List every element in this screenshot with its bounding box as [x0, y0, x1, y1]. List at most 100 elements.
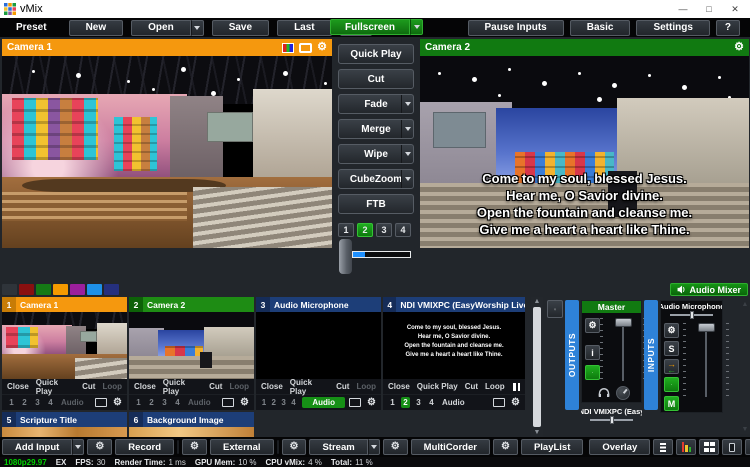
- multicorder-settings-button[interactable]: ⚙: [383, 439, 408, 455]
- master-info-button[interactable]: i: [585, 345, 600, 360]
- close-button[interactable]: Close: [388, 382, 410, 391]
- inputs-scrollbar[interactable]: ▲ ▼: [531, 297, 543, 437]
- tbar-handle[interactable]: [339, 239, 352, 274]
- gear-icon[interactable]: ⚙: [367, 398, 376, 408]
- maximize-button[interactable]: □: [696, 0, 722, 18]
- master-fader[interactable]: [608, 316, 638, 383]
- overlay-number-3[interactable]: 3: [160, 398, 169, 407]
- minimize-button[interactable]: —: [670, 0, 696, 18]
- cubezoom-button[interactable]: CubeZoom: [338, 169, 414, 189]
- category-swatch-orange[interactable]: [53, 284, 68, 295]
- external-button[interactable]: External: [210, 439, 274, 455]
- category-swatch-purple[interactable]: [70, 284, 85, 295]
- preview-window-camera2[interactable]: Camera 2 ⚙ Come to my: [420, 39, 749, 248]
- fade-dropdown[interactable]: [401, 95, 413, 113]
- gear-icon[interactable]: ⚙: [240, 398, 249, 408]
- lock-button[interactable]: [745, 439, 750, 455]
- stream-button[interactable]: Stream: [309, 439, 367, 455]
- external-settings-button[interactable]: ⚙: [182, 439, 207, 455]
- quick-play-button[interactable]: Quick Play: [290, 378, 329, 396]
- close-button[interactable]: ✕: [722, 0, 748, 18]
- input-card-2[interactable]: 2 Camera 2: [129, 297, 254, 410]
- bus-routing-button[interactable]: →←: [664, 359, 679, 374]
- fade-button[interactable]: Fade: [338, 94, 414, 114]
- open-button[interactable]: Open: [131, 20, 191, 36]
- fullscreen-output-icon[interactable]: [95, 398, 107, 407]
- overlay-number-4[interactable]: 4: [427, 398, 436, 407]
- close-button[interactable]: Close: [134, 382, 156, 391]
- input-thumbnail[interactable]: [2, 427, 127, 437]
- input-card-5[interactable]: 5 Scripture Title: [2, 412, 127, 437]
- audio-button[interactable]: Audio: [61, 398, 84, 407]
- inputs-tab[interactable]: INPUTS: [644, 300, 658, 410]
- master-mute-button[interactable]: [585, 365, 600, 380]
- overlay-number-3[interactable]: 3: [281, 398, 287, 407]
- overlay-number-2[interactable]: 2: [147, 398, 156, 407]
- audio-button[interactable]: Audio: [302, 397, 345, 408]
- audio-button[interactable]: Audio: [442, 398, 465, 407]
- audio-mixer-toggle-button[interactable]: Audio Mixer: [670, 283, 748, 296]
- input-thumbnail[interactable]: [129, 427, 254, 437]
- channel-fader[interactable]: [691, 321, 721, 399]
- input-thumbnail[interactable]: Come to my soul, blessed Jesus. Hear me,…: [383, 312, 525, 379]
- overlay-button[interactable]: Overlay: [589, 439, 650, 455]
- input-thumbnail[interactable]: [2, 312, 127, 379]
- wipe-button[interactable]: Wipe: [338, 144, 414, 164]
- scroll-down-icon[interactable]: ▼: [534, 428, 541, 437]
- multicorder-button[interactable]: MultiCorder: [411, 439, 490, 455]
- stream-settings-button[interactable]: ⚙: [282, 439, 307, 455]
- pin-button[interactable]: [547, 300, 563, 318]
- cubezoom-dropdown[interactable]: [401, 170, 413, 188]
- input-thumbnail[interactable]: [256, 312, 381, 379]
- cut-button[interactable]: Cut: [336, 382, 349, 391]
- overlay-number-1[interactable]: 1: [261, 398, 267, 407]
- snapshot-button[interactable]: [722, 439, 742, 455]
- basic-button[interactable]: Basic: [570, 20, 631, 36]
- headphones-icon[interactable]: [598, 387, 610, 398]
- transition-number-4[interactable]: 4: [395, 223, 411, 237]
- quick-play-button[interactable]: Quick Play: [338, 44, 414, 64]
- playlist-settings-button[interactable]: ⚙: [493, 439, 518, 455]
- overlay-number-4[interactable]: 4: [46, 398, 55, 407]
- outputs-tab[interactable]: OUTPUTS: [565, 300, 579, 410]
- colorbars-icon[interactable]: [282, 43, 294, 53]
- record-settings-button[interactable]: ⚙: [87, 439, 112, 455]
- open-dropdown[interactable]: [191, 20, 204, 36]
- overlay-number-3[interactable]: 3: [33, 398, 42, 407]
- settings-button[interactable]: Settings: [636, 20, 709, 36]
- merge-button[interactable]: Merge: [338, 119, 414, 139]
- gear-icon[interactable]: ⚙: [734, 42, 744, 53]
- loop-button[interactable]: Loop: [229, 382, 249, 391]
- layout-grid-button[interactable]: [699, 439, 719, 455]
- scroll-up-icon[interactable]: ▲: [742, 300, 749, 309]
- channel-gear-button[interactable]: ⚙: [664, 323, 679, 338]
- close-button[interactable]: Close: [261, 382, 283, 391]
- monitor-icon[interactable]: [299, 43, 312, 53]
- wipe-dropdown[interactable]: [401, 145, 413, 163]
- input-thumbnail[interactable]: [129, 312, 254, 379]
- add-input-button[interactable]: Add Input: [2, 439, 72, 455]
- new-button[interactable]: New: [69, 20, 124, 36]
- input-card-6[interactable]: 6 Background Image: [129, 412, 254, 437]
- preview-window-camera1[interactable]: Camera 1 ⚙: [2, 39, 332, 248]
- help-button[interactable]: ?: [716, 20, 740, 36]
- close-button[interactable]: Close: [7, 382, 29, 391]
- fader-handle[interactable]: [698, 323, 715, 332]
- pan-slider[interactable]: [661, 311, 722, 319]
- overlay-number-1[interactable]: 1: [7, 398, 16, 407]
- input-card-4[interactable]: 4 NDI VMIXPC (EasyWorship Live) Come to …: [383, 297, 525, 410]
- gear-icon[interactable]: ⚙: [511, 398, 520, 408]
- fullscreen-dropdown[interactable]: [410, 19, 423, 35]
- overlay-number-1[interactable]: 1: [388, 398, 397, 407]
- gear-icon[interactable]: ⚙: [317, 42, 327, 53]
- quick-play-button[interactable]: Quick Play: [36, 378, 75, 396]
- gear-icon[interactable]: ⚙: [113, 398, 122, 408]
- menu-button[interactable]: [653, 439, 673, 455]
- cut-button[interactable]: Cut: [209, 382, 222, 391]
- fullscreen-output-icon[interactable]: [349, 398, 361, 407]
- cut-button[interactable]: Cut: [82, 382, 95, 391]
- cut-button[interactable]: Cut: [338, 69, 414, 89]
- channel-mute-button[interactable]: [664, 377, 679, 392]
- scrollbar-thumb[interactable]: [533, 307, 541, 427]
- overlay-number-1[interactable]: 1: [134, 398, 143, 407]
